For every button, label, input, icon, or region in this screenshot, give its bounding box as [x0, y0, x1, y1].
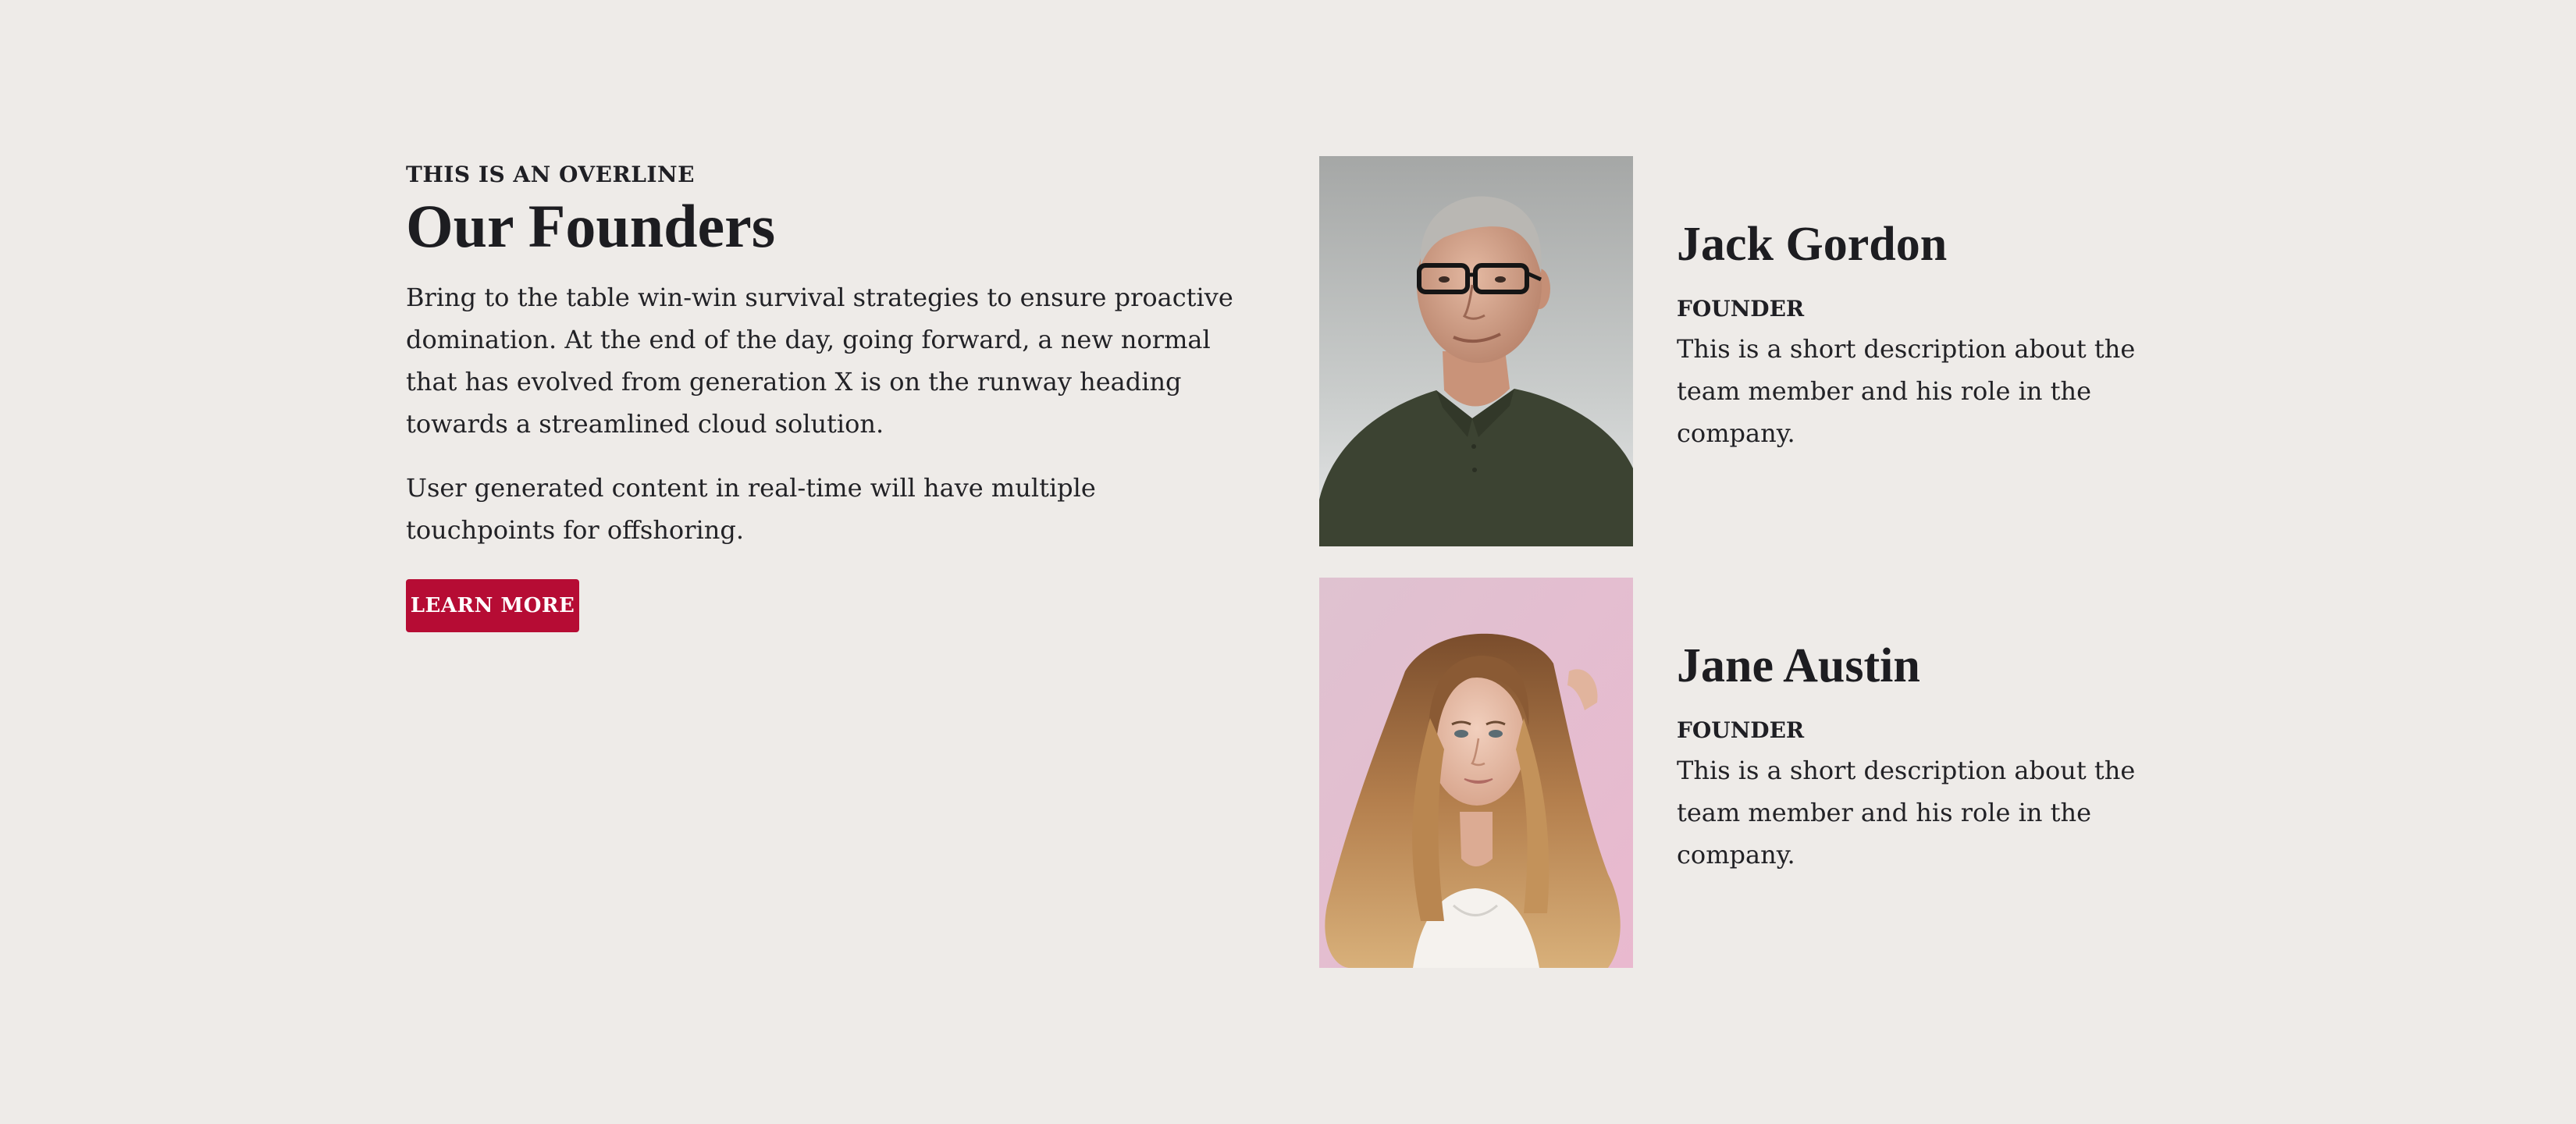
- team-member-card: Jane Austin FOUNDER This is a short desc…: [1319, 578, 2178, 968]
- overline: THIS IS AN OVERLINE: [406, 162, 695, 187]
- learn-more-button[interactable]: LEARN MORE: [406, 579, 579, 632]
- intro-paragraph-1: Bring to the table win-win survival stra…: [406, 283, 1233, 439]
- member-info: Jane Austin FOUNDER This is a short desc…: [1677, 637, 2161, 876]
- member-role: FOUNDER: [1677, 717, 1805, 743]
- member-name: Jane Austin: [1677, 639, 1920, 692]
- member-name: Jack Gordon: [1677, 218, 1948, 271]
- member-description: This is a short description about the te…: [1677, 756, 2136, 870]
- member-photo-jane-austin: [1319, 578, 1633, 968]
- team-member-card: Jack Gordon FOUNDER This is a short desc…: [1319, 156, 2178, 546]
- member-info: Jack Gordon FOUNDER This is a short desc…: [1677, 215, 2161, 454]
- member-role: FOUNDER: [1677, 296, 1805, 322]
- member-description: This is a short description about the te…: [1677, 334, 2136, 448]
- section-title: Our Founders: [406, 192, 776, 260]
- intro-paragraph-2: User generated content in real-time will…: [406, 473, 1096, 545]
- member-photo-jack-gordon: [1319, 156, 1633, 546]
- founders-intro: THIS IS AN OVERLINE Our Founders Bring t…: [406, 159, 1249, 632]
